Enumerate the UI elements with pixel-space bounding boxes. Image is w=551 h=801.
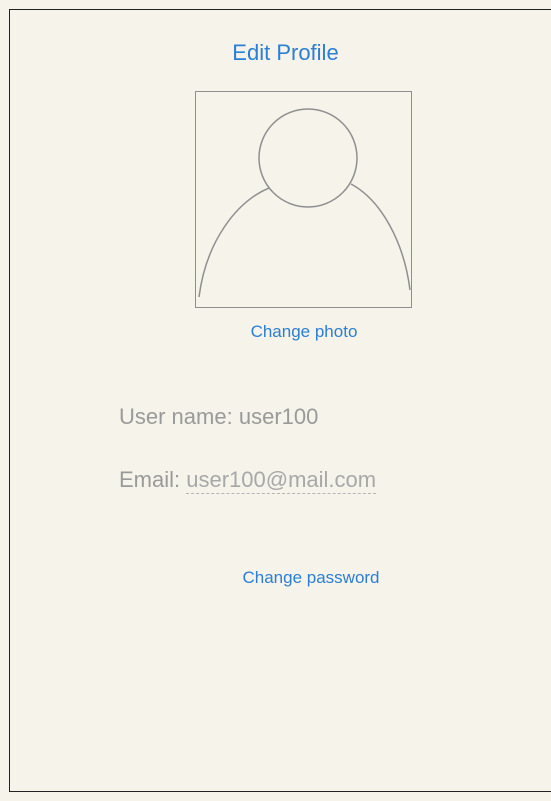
change-password-link[interactable]: Change password [10,568,551,588]
change-photo-link[interactable]: Change photo [10,322,551,342]
username-value: user100 [238,404,319,429]
person-silhouette-icon [198,108,411,298]
email-row: Email: user100@mail.com [119,467,377,494]
screen-frame: Edit Profile Change photo User name: use… [9,9,551,792]
username-label: User name: [119,404,233,429]
username-row: User name: user100 [119,404,318,430]
avatar-placeholder[interactable] [195,91,412,308]
page-title: Edit Profile [232,40,339,65]
email-label: Email: [119,467,181,492]
email-field[interactable]: user100@mail.com [186,467,377,494]
